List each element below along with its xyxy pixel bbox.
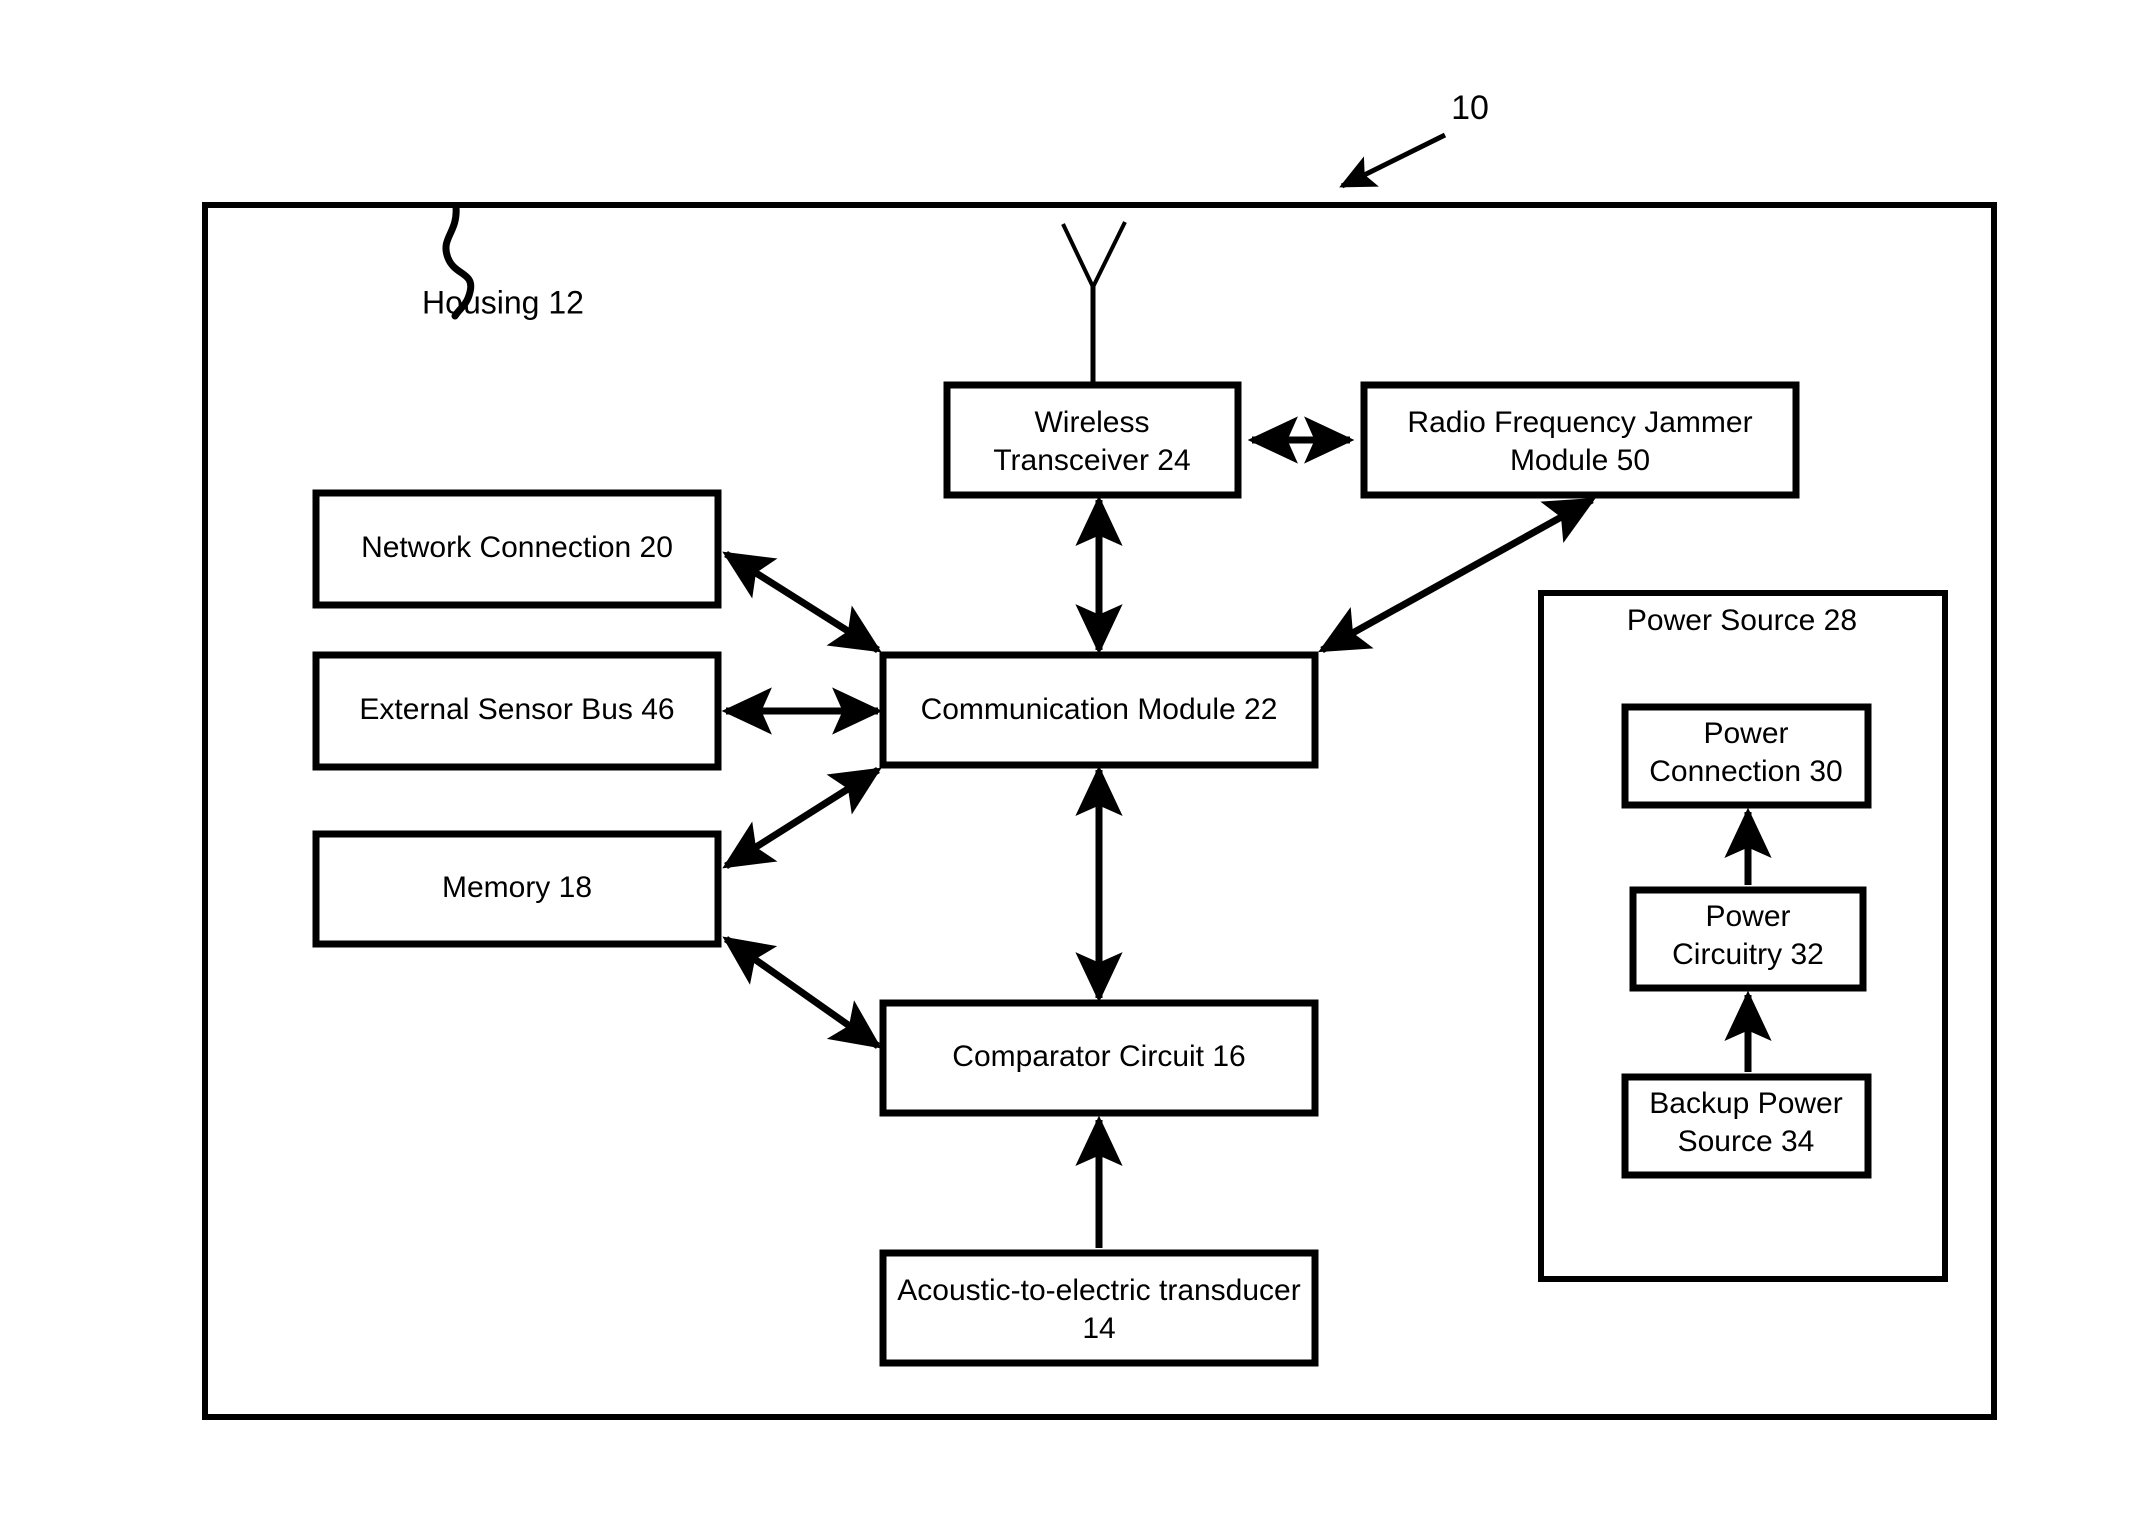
antenna-right-element <box>1091 221 1127 288</box>
power-circuitry-label-line2: Circuitry 32 <box>1672 938 1824 971</box>
connector-communication-memory <box>722 767 882 869</box>
connector-communication-jammer <box>1318 496 1596 654</box>
housing-label: Housing 12 <box>422 284 584 320</box>
backup-power-source-label-line1: Backup Power <box>1649 1087 1842 1120</box>
acoustic-transducer-label-line2: 14 <box>1082 1312 1115 1345</box>
power-source-title: Power Source 28 <box>1627 604 1857 637</box>
block-rf-jammer-module <box>1360 381 1800 499</box>
acoustic-transducer-label-line1: Acoustic-to-electric transducer <box>897 1274 1300 1307</box>
power-connection-label-line2: Connection 30 <box>1649 755 1842 788</box>
network-connection-label: Network Connection 20 <box>361 531 673 564</box>
rf-jammer-label-line2: Module 50 <box>1510 444 1650 477</box>
block-wireless-transceiver <box>943 381 1242 499</box>
patent-diagram-svg: 10 Housing 12 Wireless Transceiver 24 Ra… <box>202 89 1997 1420</box>
power-connection-label-line1: Power <box>1703 717 1788 750</box>
wireless-transceiver-label-line1: Wireless <box>1034 406 1149 439</box>
communication-module-label: Communication Module 22 <box>921 693 1278 726</box>
figure-leader-arrow <box>1339 132 1447 189</box>
figure-reference-numeral: 10 <box>1451 89 1489 127</box>
comparator-circuit-label: Comparator Circuit 16 <box>952 1040 1245 1073</box>
power-circuitry-label-line1: Power <box>1705 900 1790 933</box>
block-acoustic-transducer <box>879 1249 1319 1367</box>
wireless-transceiver-label-line2: Transceiver 24 <box>993 444 1190 477</box>
connector-communication-network <box>722 551 882 653</box>
patent-figure: 10 Housing 12 Wireless Transceiver 24 Ra… <box>0 0 2132 1531</box>
antenna-left-element <box>1061 223 1095 288</box>
memory-label: Memory 18 <box>442 871 592 904</box>
backup-power-source-label-line2: Source 34 <box>1678 1125 1815 1158</box>
external-sensor-bus-label: External Sensor Bus 46 <box>359 693 674 726</box>
rf-jammer-label-line1: Radio Frequency Jammer <box>1407 406 1752 439</box>
connector-memory-comparator <box>722 936 882 1049</box>
